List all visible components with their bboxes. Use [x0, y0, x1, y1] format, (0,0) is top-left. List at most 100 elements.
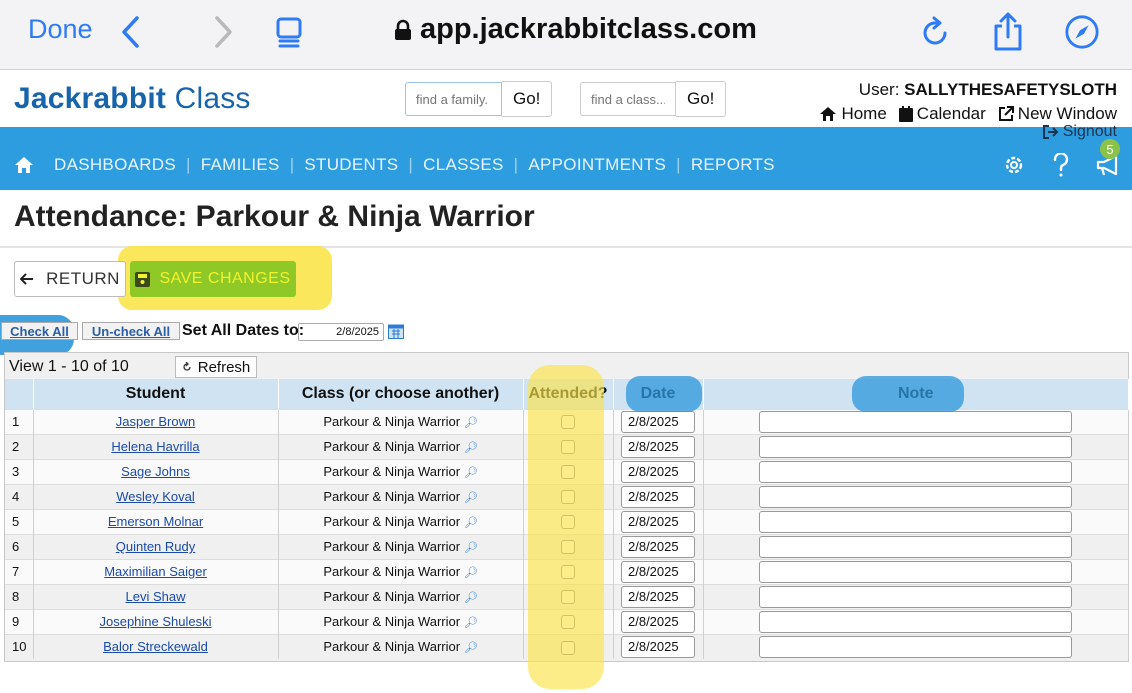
attended-checkbox[interactable] [561, 565, 575, 580]
class-name: Parkour & Ninja Warrior [323, 414, 461, 429]
back-icon[interactable] [112, 12, 148, 52]
student-link[interactable]: Wesley Koval [116, 489, 195, 504]
date-input[interactable]: 2/8/2025 [621, 610, 695, 633]
search-icon[interactable]: 🔎︎ [464, 617, 478, 629]
note-input[interactable] [759, 560, 1073, 583]
jackrabbit-logo[interactable]: Jackrabbit Class [14, 82, 251, 116]
note-input[interactable] [759, 610, 1073, 633]
share-icon[interactable] [990, 12, 1026, 52]
note-input[interactable] [759, 410, 1073, 433]
table-row: 3 Sage Johns Parkour & Ninja Warrior 🔎︎ 2/8… [5, 458, 1129, 484]
attended-cell [523, 433, 614, 459]
forward-icon[interactable] [206, 12, 242, 52]
student-cell: Levi Shaw [33, 583, 279, 609]
attended-checkbox[interactable] [561, 490, 575, 505]
table-header-row: Student Class (or choose another) Attend… [5, 379, 1129, 409]
note-cell [703, 558, 1129, 584]
nav-dashboards[interactable]: DASHBOARDS [54, 155, 176, 175]
search-icon[interactable]: 🔎︎ [464, 592, 478, 604]
nav-reports[interactable]: REPORTS [691, 155, 775, 175]
done-button[interactable]: Done [28, 14, 93, 45]
note-input[interactable] [759, 460, 1073, 483]
search-icon[interactable]: 🔎︎ [464, 442, 478, 454]
date-input[interactable]: 2/8/2025 [621, 485, 695, 508]
note-input[interactable] [759, 485, 1073, 508]
reload-icon[interactable] [918, 12, 954, 52]
date-input[interactable]: 2/8/2025 [621, 510, 695, 533]
search-icon[interactable]: 🔎︎ [464, 492, 478, 504]
note-input[interactable] [759, 535, 1073, 558]
date-input[interactable]: 2/8/2025 [621, 535, 695, 558]
student-link[interactable]: Jasper Brown [116, 414, 195, 429]
attended-checkbox[interactable] [561, 465, 575, 480]
header-student[interactable]: Student [33, 379, 279, 409]
save-changes-button[interactable]: SAVE CHANGES [130, 261, 296, 297]
date-input[interactable]: 2/8/2025 [621, 410, 695, 433]
compass-icon[interactable] [1064, 12, 1100, 52]
row-number: 9 [5, 608, 34, 634]
student-link[interactable]: Levi Shaw [126, 589, 186, 604]
date-input[interactable]: 2/8/2025 [621, 435, 695, 458]
attended-checkbox[interactable] [561, 640, 575, 655]
nav-appointments[interactable]: APPOINTMENTS [528, 155, 666, 175]
note-input[interactable] [759, 635, 1073, 658]
nav-home-icon[interactable] [14, 156, 34, 174]
search-icon[interactable]: 🔎︎ [464, 642, 478, 654]
family-search-input[interactable] [405, 82, 502, 116]
header-note: Note [703, 379, 1129, 409]
class-cell: Parkour & Ninja Warrior 🔎︎ [278, 508, 524, 534]
student-link[interactable]: Maximilian Saiger [104, 564, 207, 579]
search-icon[interactable]: 🔎︎ [464, 567, 478, 579]
search-icon[interactable]: 🔎︎ [464, 517, 478, 529]
class-search-input[interactable] [580, 82, 676, 116]
note-cell [703, 508, 1129, 534]
attended-checkbox[interactable] [561, 440, 575, 455]
nav-students[interactable]: STUDENTS [304, 155, 398, 175]
student-link[interactable]: Josephine Shuleski [99, 614, 211, 629]
calendar-picker-icon[interactable] [388, 323, 404, 339]
nav-items: DASHBOARDS | FAMILIES | STUDENTS | CLASSES |… [14, 155, 775, 175]
attended-checkbox[interactable] [561, 615, 575, 630]
uncheck-all-button[interactable]: Un-check All [82, 322, 180, 340]
attended-checkbox[interactable] [561, 590, 575, 605]
check-all-button[interactable]: Check All [1, 322, 78, 340]
calendar-link[interactable]: Calendar [898, 104, 986, 124]
address-bar[interactable]: app.jackrabbitclass.com [394, 13, 757, 46]
date-input[interactable]: 2/8/2025 [621, 560, 695, 583]
student-cell: Maximilian Saiger [33, 558, 279, 584]
date-cell: 2/8/2025 [613, 633, 704, 659]
student-link[interactable]: Emerson Molnar [108, 514, 203, 529]
return-button[interactable]: RETURN [14, 261, 126, 297]
note-input[interactable] [759, 585, 1073, 608]
student-link[interactable]: Helena Havrilla [111, 439, 199, 454]
attended-checkbox[interactable] [561, 540, 575, 555]
date-input[interactable]: 2/8/2025 [621, 460, 695, 483]
search-icon[interactable]: 🔎︎ [464, 417, 478, 429]
gear-icon[interactable] [1002, 153, 1026, 177]
note-input[interactable] [759, 435, 1073, 458]
new-window-link[interactable]: New Window [998, 104, 1117, 124]
student-link[interactable]: Balor Streckewald [103, 639, 208, 654]
class-search-go-button[interactable]: Go! [676, 81, 727, 117]
class-search: Go! [580, 81, 727, 118]
refresh-button[interactable]: Refresh [175, 356, 257, 378]
date-input[interactable]: 2/8/2025 [621, 635, 695, 658]
home-link[interactable]: Home [819, 104, 887, 124]
date-cell: 2/8/2025 [613, 508, 704, 534]
search-icon[interactable]: 🔎︎ [464, 467, 478, 479]
nav-classes[interactable]: CLASSES [423, 155, 504, 175]
student-link[interactable]: Sage Johns [121, 464, 190, 479]
student-link[interactable]: Quinten Rudy [116, 539, 196, 554]
attended-cell [523, 508, 614, 534]
date-input[interactable]: 2/8/2025 [621, 585, 695, 608]
nav-families[interactable]: FAMILIES [201, 155, 280, 175]
note-input[interactable] [759, 510, 1073, 533]
reader-mode-icon[interactable] [272, 12, 308, 52]
signout-link[interactable]: Signout [1042, 123, 1117, 141]
family-search-go-button[interactable]: Go! [502, 81, 553, 117]
set-all-dates-input[interactable]: 2/8/2025 [298, 323, 384, 341]
attended-checkbox[interactable] [561, 415, 575, 430]
search-icon[interactable]: 🔎︎ [464, 542, 478, 554]
attended-checkbox[interactable] [561, 515, 575, 530]
help-icon[interactable] [1052, 153, 1070, 177]
